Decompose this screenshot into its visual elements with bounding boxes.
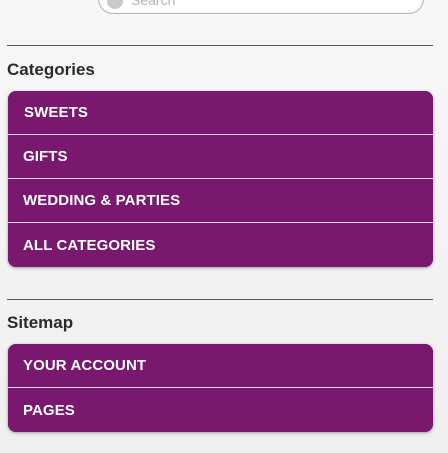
sitemap-item-pages[interactable]: PAGES <box>8 388 433 432</box>
category-item-label: ALL CATEGORIES <box>23 236 156 254</box>
category-item-gifts[interactable]: GIFTS <box>8 135 433 179</box>
category-item-label: SWEETS <box>24 104 88 121</box>
category-item-all-categories[interactable]: ALL CATEGORIES <box>8 223 433 267</box>
sitemap-item-your-account[interactable]: YOUR ACCOUNT <box>8 344 433 388</box>
divider <box>7 45 433 46</box>
category-item-label: WEDDING & PARTIES <box>23 192 181 209</box>
search-icon <box>107 0 123 9</box>
divider <box>7 299 433 300</box>
sitemap-heading: Sitemap <box>7 313 74 332</box>
search-bar[interactable] <box>98 0 424 14</box>
sitemap-item-label: YOUR ACCOUNT <box>23 357 147 374</box>
search-input[interactable] <box>129 0 413 11</box>
category-item-wedding-parties[interactable]: WEDDING & PARTIES <box>8 179 433 223</box>
sitemap-item-label: PAGES <box>23 401 75 419</box>
category-item-label: GIFTS <box>23 148 68 165</box>
sitemap-list: YOUR ACCOUNT PAGES <box>8 344 433 432</box>
category-item-sweets[interactable]: SWEETS <box>8 91 433 135</box>
categories-heading: Categories <box>7 60 95 79</box>
categories-list: SWEETS GIFTS WEDDING & PARTIES ALL CATEG… <box>8 91 433 267</box>
